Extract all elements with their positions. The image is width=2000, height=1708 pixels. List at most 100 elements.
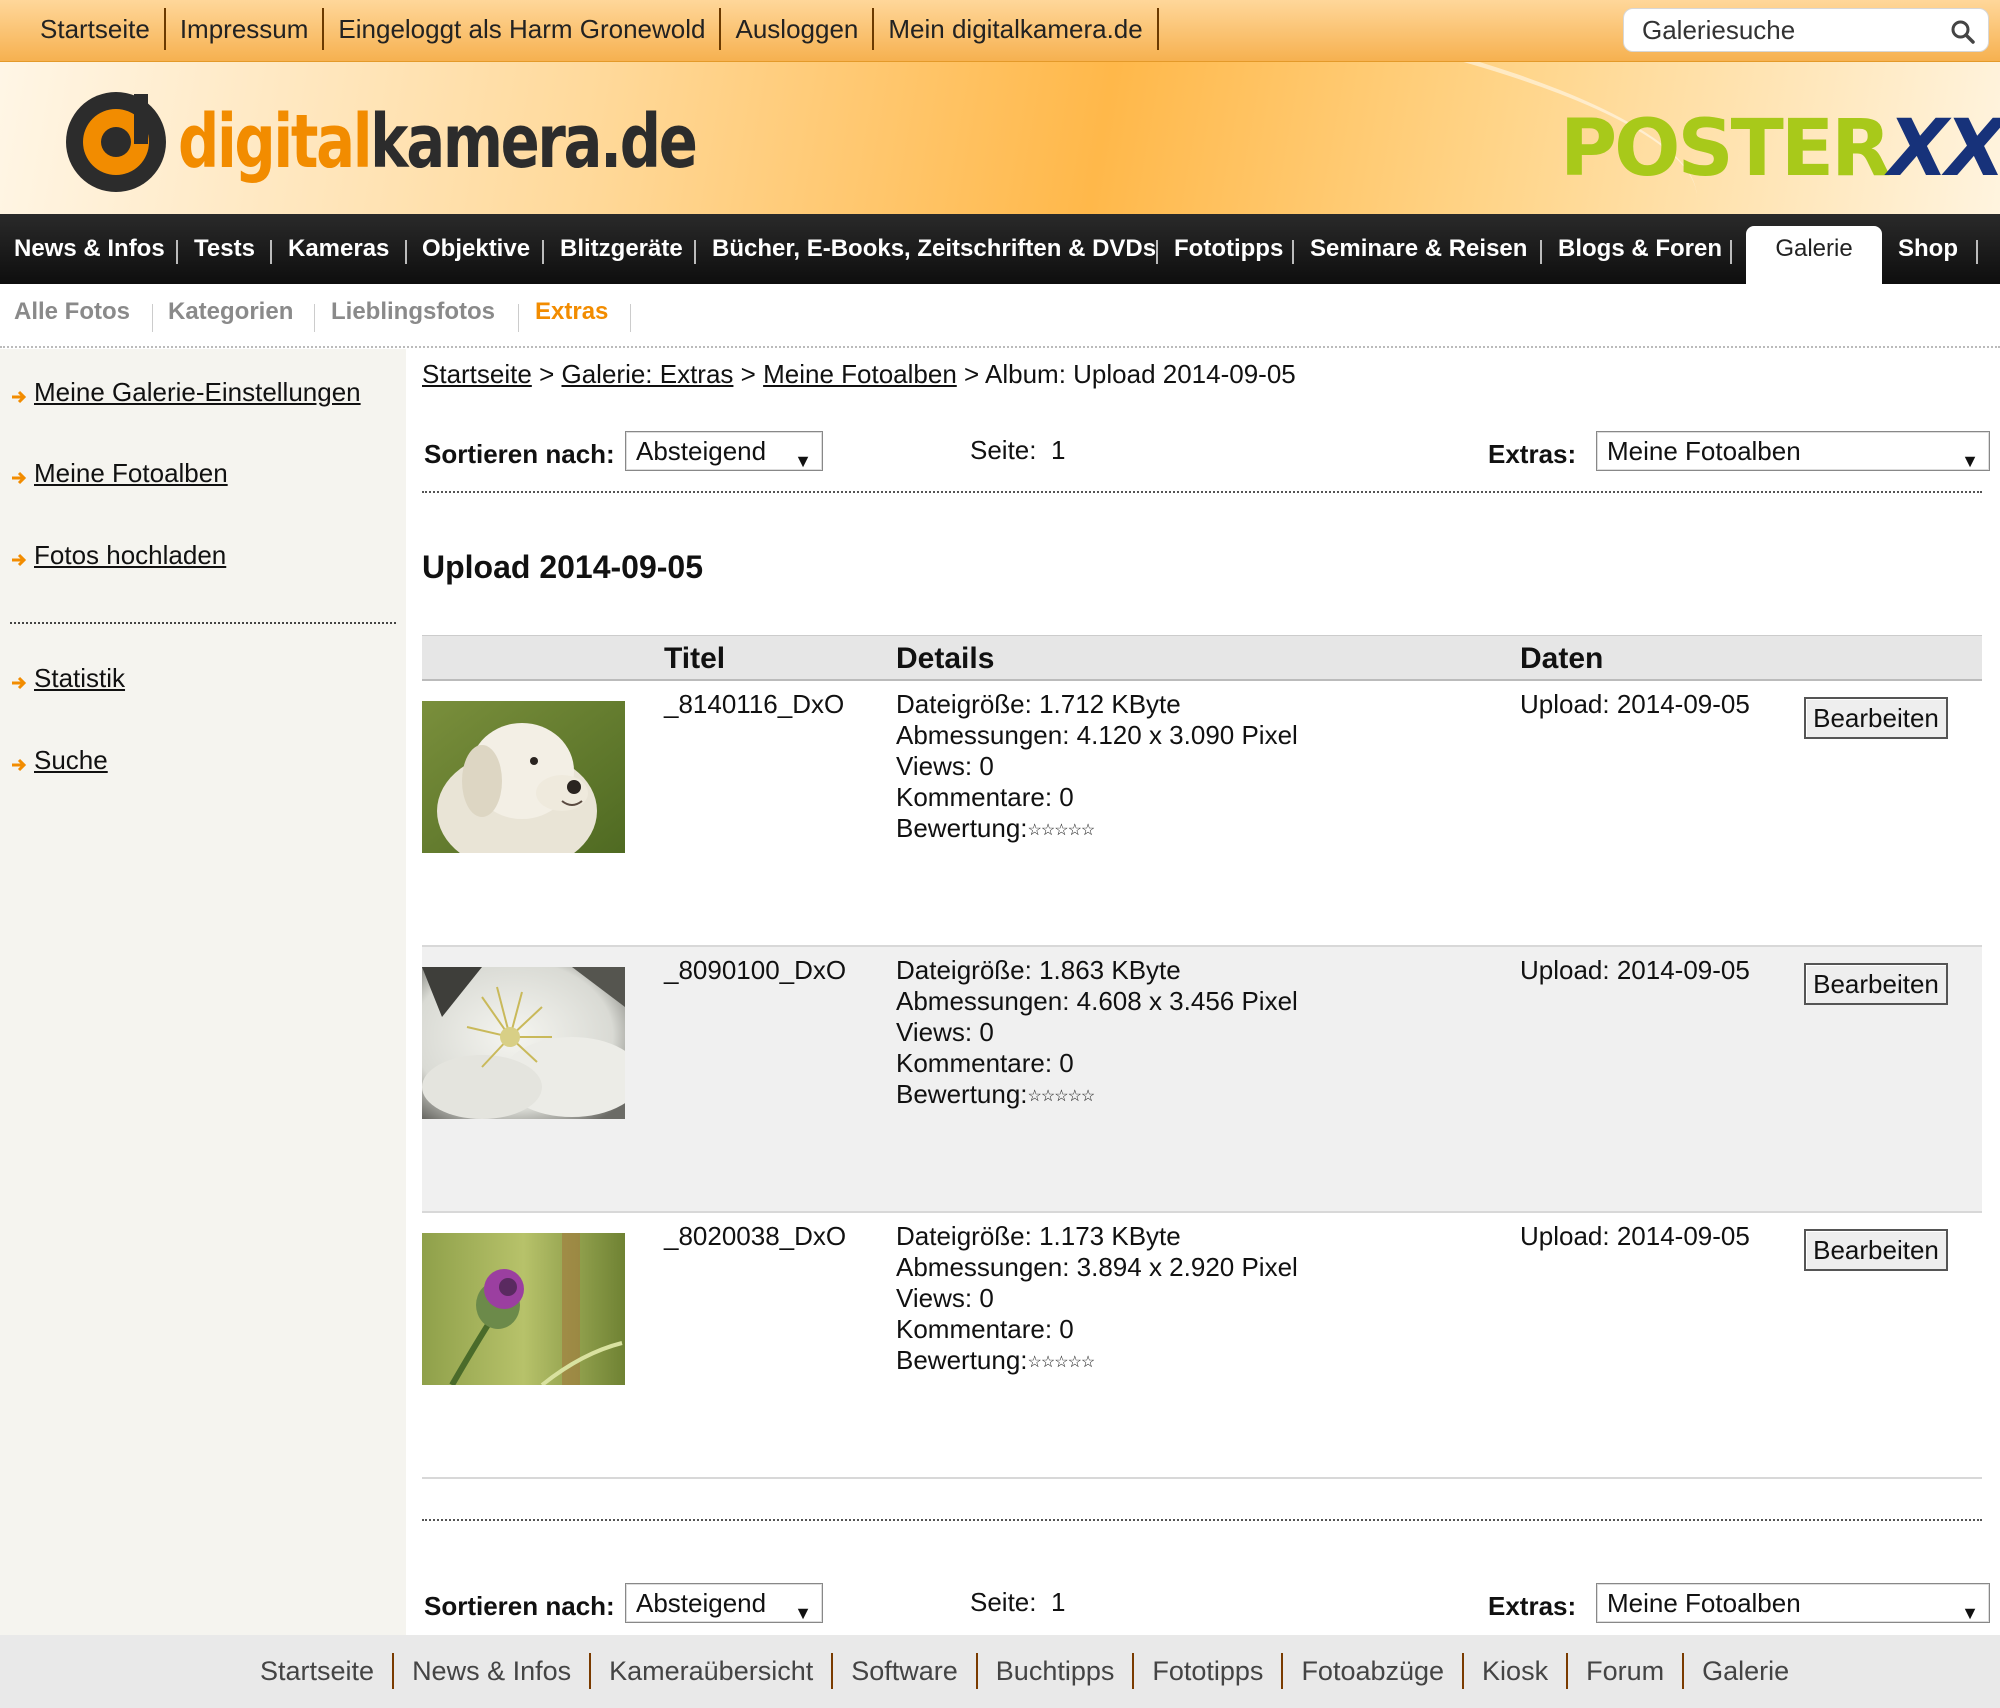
nav-item-objektive[interactable]: Objektive [422, 214, 530, 284]
column-header-daten: Daten [1520, 642, 1604, 675]
nav-item-shop[interactable]: Shop [1898, 214, 1958, 284]
chevron-down-icon: ▼ [794, 1603, 812, 1623]
nav-item-kameras[interactable]: Kameras [288, 214, 389, 284]
nav-item-tests[interactable]: Tests [194, 214, 255, 284]
posterxxl-ad-logo[interactable]: POSTERXXL [1560, 104, 2000, 194]
sidebar: Meine Galerie-Einstellungen Meine Fotoal… [0, 349, 406, 1635]
table-row: _8090100_DxO Dateigröße: 1.863 KByte Abm… [422, 947, 1982, 1213]
edit-button[interactable]: Bearbeiten [1804, 963, 1948, 1005]
photo-dimensions: Abmessungen: 4.120 x 3.090 Pixel [896, 720, 1298, 750]
footer-link-startseite[interactable]: Startseite [244, 1653, 395, 1689]
arrow-right-icon [12, 553, 27, 566]
breadcrumb-link-galerie-extras[interactable]: Galerie: Extras [561, 359, 733, 389]
footer-link-fototipps[interactable]: Fototipps [1134, 1653, 1284, 1689]
photo-comments: Kommentare: 0 [896, 782, 1074, 812]
breadcrumb-separator: > [539, 359, 555, 389]
nav-item-buecher[interactable]: Bücher, E-Books, Zeitschriften & DVDs [712, 214, 1156, 284]
footer-link-buchtipps[interactable]: Buchtipps [978, 1653, 1135, 1689]
top-link-my-account[interactable]: Mein digitalkamera.de [874, 8, 1159, 50]
sort-label: Sortieren nach: [424, 1591, 615, 1621]
footer-link-fotoabzuege[interactable]: Fotoabzüge [1283, 1653, 1465, 1689]
ad-logo-part1: POSTER [1560, 104, 1891, 194]
star-icon[interactable]: ☆☆☆☆☆ [1028, 1354, 1096, 1371]
footer-link-news[interactable]: News & Infos [394, 1653, 592, 1689]
sidebar-item-fotos-hochladen[interactable]: Fotos hochladen [10, 540, 226, 571]
chevron-down-icon: ▼ [1961, 451, 1979, 471]
photo-dimensions: Abmessungen: 4.608 x 3.456 Pixel [896, 986, 1298, 1016]
extras-select[interactable]: Meine Fotoalben ▼ [1596, 1583, 1990, 1623]
sidebar-item-fotoalben[interactable]: Meine Fotoalben [10, 458, 228, 489]
sidebar-item-suche[interactable]: Suche [10, 745, 108, 776]
subnav-separator [314, 304, 315, 332]
top-link-logged-in-user[interactable]: Eingeloggt als Harm Gronewold [324, 8, 722, 50]
gallery-search-box [1623, 8, 1989, 52]
extras-select-value: Meine Fotoalben [1607, 1588, 1801, 1618]
breadcrumb-link-fotoalben[interactable]: Meine Fotoalben [763, 359, 957, 389]
footer-link-forum[interactable]: Forum [1568, 1653, 1685, 1689]
nav-item-galerie[interactable]: Galerie [1746, 226, 1882, 284]
rating-label: Bewertung: [896, 813, 1028, 843]
extras-select-value: Meine Fotoalben [1607, 436, 1801, 466]
footer-link-kiosk[interactable]: Kiosk [1464, 1653, 1569, 1689]
edit-button[interactable]: Bearbeiten [1804, 1229, 1948, 1271]
column-header-details: Details [896, 642, 995, 675]
sidebar-item-galerie-einstellungen[interactable]: Meine Galerie-Einstellungen [10, 377, 361, 408]
sidebar-link-suche[interactable]: Suche [34, 745, 108, 776]
footer-link-kameraubersicht[interactable]: Kameraübersicht [591, 1653, 834, 1689]
nav-item-news[interactable]: News & Infos [14, 214, 165, 284]
photo-dog-image [422, 701, 625, 853]
sort-select[interactable]: Absteigend ▼ [625, 431, 823, 471]
logo-wordmark-part2: kamera.de [370, 99, 698, 185]
nav-separator [1730, 240, 1732, 264]
gallery-search-input[interactable] [1642, 15, 1932, 45]
subnav-item-extras[interactable]: Extras [535, 298, 608, 326]
search-icon[interactable] [1950, 19, 1976, 45]
footer-link-software[interactable]: Software [833, 1653, 978, 1689]
nav-separator [1976, 240, 1978, 264]
sidebar-link-fotoalben[interactable]: Meine Fotoalben [34, 458, 228, 489]
nav-item-fototipps[interactable]: Fototipps [1174, 214, 1283, 284]
subnav-item-lieblingsfotos[interactable]: Lieblingsfotos [331, 298, 495, 326]
nav-item-blogs[interactable]: Blogs & Foren [1558, 214, 1722, 284]
sidebar-item-statistik[interactable]: Statistik [10, 663, 125, 694]
breadcrumb-current: Album: Upload 2014-09-05 [985, 359, 1296, 389]
breadcrumb-link-startseite[interactable]: Startseite [422, 359, 532, 389]
extras-label: Extras: [1488, 439, 1577, 469]
arrow-right-icon [12, 390, 27, 403]
table-header: Titel Details Daten [422, 635, 1982, 681]
photo-views: Views: 0 [896, 751, 994, 781]
top-link-impressum[interactable]: Impressum [166, 8, 325, 50]
edit-button[interactable]: Bearbeiten [1804, 697, 1948, 739]
top-link-startseite[interactable]: Startseite [26, 8, 166, 50]
nav-separator [270, 240, 272, 264]
star-icon[interactable]: ☆☆☆☆☆ [1028, 1088, 1096, 1105]
sort-select[interactable]: Absteigend ▼ [625, 1583, 823, 1623]
arrow-right-icon [12, 471, 27, 484]
site-header: digitalkamera.de POSTERXXL [0, 62, 2000, 214]
top-link-logout[interactable]: Ausloggen [721, 8, 875, 50]
sidebar-link-fotos-hochladen[interactable]: Fotos hochladen [34, 540, 226, 571]
nav-item-blitzgeraete[interactable]: Blitzgeräte [560, 214, 683, 284]
photo-rating: Bewertung:☆☆☆☆☆ [896, 813, 1298, 846]
extras-select[interactable]: Meine Fotoalben ▼ [1596, 431, 1990, 471]
sidebar-link-galerie-einstellungen[interactable]: Meine Galerie-Einstellungen [34, 377, 361, 408]
nav-separator [1156, 240, 1158, 264]
footer-link-galerie[interactable]: Galerie [1684, 1653, 1807, 1689]
photo-thumbnail[interactable] [422, 1233, 625, 1385]
sidebar-link-statistik[interactable]: Statistik [34, 663, 125, 694]
photo-table: Titel Details Daten _8140116_DxO Dateigr… [422, 635, 1982, 1479]
nav-item-seminare[interactable]: Seminare & Reisen [1310, 214, 1527, 284]
sidebar-divider [10, 622, 396, 624]
subnav-item-kategorien[interactable]: Kategorien [168, 298, 293, 326]
photo-thumbnail[interactable] [422, 967, 625, 1119]
photo-details: Dateigröße: 1.863 KByte Abmessungen: 4.6… [896, 955, 1298, 1112]
page-indicator: Seite: 1 [970, 1587, 1065, 1618]
star-icon[interactable]: ☆☆☆☆☆ [1028, 822, 1096, 839]
subnav-item-alle-fotos[interactable]: Alle Fotos [14, 298, 130, 326]
rating-label: Bewertung: [896, 1345, 1028, 1375]
photo-filesize: Dateigröße: 1.173 KByte [896, 1221, 1181, 1251]
photo-thumbnail[interactable] [422, 701, 625, 853]
site-logo[interactable]: digitalkamera.de [64, 90, 842, 194]
arrow-right-icon [12, 758, 27, 771]
sort-select-value: Absteigend [636, 436, 767, 466]
